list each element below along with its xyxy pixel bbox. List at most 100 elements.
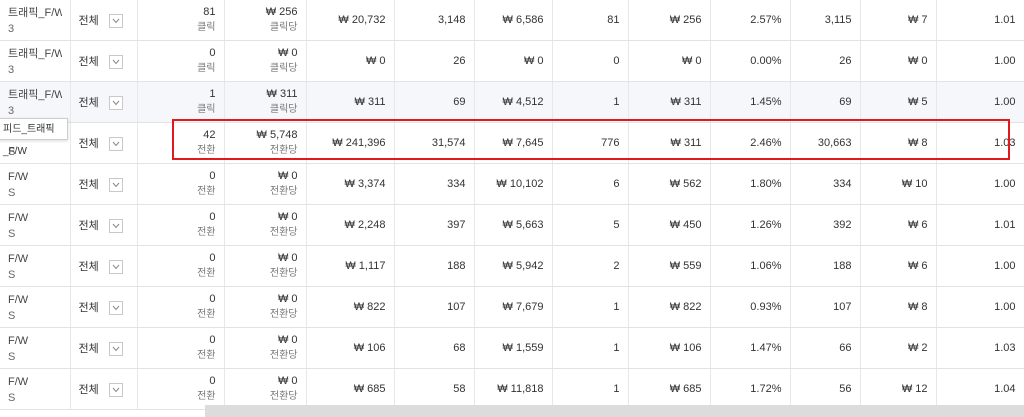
chevron-down-icon (112, 141, 119, 147)
chevron-down-icon (112, 59, 119, 65)
clicks-cell: 776 (552, 122, 629, 164)
table-row[interactable]: F/W S 전체 0 전환 ₩ 0 전환당 ₩ 822 107 ₩ 7,679 1 ₩… (0, 286, 1024, 328)
frequency-cell: 1.00 (936, 40, 1024, 82)
reach-cell: 66 (790, 327, 861, 369)
clicks-cell: 1 (552, 286, 629, 328)
cost-per-result-cell: ₩ 0 전환당 (224, 327, 307, 369)
ctr-cell: 0.00% (710, 40, 791, 82)
cost-per-result-cell: ₩ 0 클릭당 (224, 40, 307, 82)
adset-name-cell[interactable]: F/W S (0, 327, 71, 369)
horizontal-scrollbar[interactable] (205, 405, 1024, 417)
frequency-cell: 1.03 (936, 327, 1024, 369)
impressions-cell: 397 (394, 204, 475, 246)
target-cell: 전체 (70, 163, 138, 205)
table-row[interactable]: S 전체 42전환 ₩ 5,748전환당 ₩ 241,396 31,574 ₩ … (0, 122, 1024, 164)
target-dropdown[interactable] (108, 137, 123, 152)
result-count: 0 (209, 293, 216, 305)
adset-name-cell[interactable]: F/W S (0, 163, 71, 205)
result-count: 0 (209, 47, 216, 59)
reach-cell: 69 (790, 81, 861, 123)
table-row[interactable]: F/W S 전체 0 전환 ₩ 0 전환당 ₩ 3,374 334 ₩ 10,102 … (0, 163, 1024, 205)
impressions-cell: 334 (394, 163, 475, 205)
frequency-cell: 1.00 (936, 163, 1024, 205)
adset-name-suffix: S (8, 392, 16, 404)
chevron-down-icon (112, 100, 119, 106)
adset-name-cell[interactable]: 트래픽_F/W 3 (0, 0, 71, 41)
reach-cell: 334 (790, 163, 861, 205)
cpm-cell: ₩ 5,942 (474, 245, 553, 287)
cost-per-result-unit: 클릭당 (269, 63, 298, 74)
target-label: 전체 (78, 342, 99, 355)
adset-name-cell[interactable]: F/W S (0, 245, 71, 287)
adset-name-cell[interactable]: F/W S (0, 368, 71, 410)
target-label: 전체 (78, 96, 99, 109)
chevron-down-icon (112, 18, 119, 24)
cost-per-result-unit: 전환당 (269, 268, 298, 279)
target-dropdown[interactable] (108, 55, 123, 70)
target-dropdown[interactable] (108, 342, 123, 357)
target-cell: 전체 (70, 0, 138, 41)
target-label: 전체 (78, 260, 99, 273)
target-label: 전체 (78, 14, 99, 27)
cost-per-reach-cell: ₩ 10 (860, 163, 937, 205)
table-row[interactable]: F/W S 전체 0 전환 ₩ 0 전환당 ₩ 685 58 ₩ 11,818 1 ₩… (0, 368, 1024, 410)
adset-name: F/W (8, 376, 29, 388)
adset-name-cell[interactable]: 트래픽_F/W 3 (0, 40, 71, 82)
table-row[interactable]: 트래픽_F/W 3 전체 81 클릭 ₩ 256 클릭당 ₩ 20,732 3,148… (0, 0, 1024, 41)
spend-cell: ₩ 106 (306, 327, 395, 369)
adset-name: F/W (8, 335, 29, 347)
spend-cell: ₩ 241,396 (306, 122, 395, 164)
spend-cell: ₩ 1,117 (306, 245, 395, 287)
spend-cell: ₩ 20,732 (306, 0, 395, 41)
target-dropdown[interactable] (108, 14, 123, 29)
reach-cell: 392 (790, 204, 861, 246)
result-count: 0 (209, 252, 216, 264)
result-type: 전환 (197, 309, 216, 320)
result-type: 클릭 (197, 22, 216, 33)
ctr-cell: 1.45% (710, 81, 791, 123)
adset-name-cell[interactable]: 트래픽_F/W 3 (0, 81, 71, 123)
cpc-cell: ₩ 562 (628, 163, 711, 205)
cost-per-result-cell: ₩ 0 전환당 (224, 286, 307, 328)
frequency-cell: 1.00 (936, 245, 1024, 287)
spend-cell: ₩ 0 (306, 40, 395, 82)
target-dropdown[interactable] (108, 383, 123, 398)
chevron-down-icon (112, 387, 119, 393)
table-row[interactable]: F/W S 전체 0 전환 ₩ 0 전환당 ₩ 106 68 ₩ 1,559 1 ₩ … (0, 327, 1024, 369)
target-cell: 전체 (70, 245, 138, 287)
table-row[interactable]: F/W S 전체 0 전환 ₩ 0 전환당 ₩ 2,248 397 ₩ 5,663 5… (0, 204, 1024, 246)
result-count: 0 (209, 170, 216, 182)
cpc-cell: ₩ 256 (628, 0, 711, 41)
clicks-cell: 6 (552, 163, 629, 205)
table-row[interactable]: 트래픽_F/W 3 전체 0 클릭 ₩ 0 클릭당 ₩ 0 26 ₩ 0 0 ₩ 0 … (0, 40, 1024, 82)
impressions-cell: 26 (394, 40, 475, 82)
result-count-cell: 42 전환 (137, 122, 225, 164)
table-row[interactable]: F/W S 전체 0 전환 ₩ 0 전환당 ₩ 1,117 188 ₩ 5,942 2… (0, 245, 1024, 287)
cost-per-reach-cell: ₩ 6 (860, 204, 937, 246)
target-dropdown[interactable] (108, 96, 123, 111)
target-label: 전체 (78, 137, 99, 150)
ctr-cell: 0.93% (710, 286, 791, 328)
adset-name-tooltip: 피드_트래픽_F/W (0, 118, 68, 157)
table-row[interactable]: 트래픽_F/W 3 전체 1 클릭 ₩ 311 클릭당 ₩ 311 69 ₩ 4,51… (0, 81, 1024, 123)
target-dropdown[interactable] (108, 219, 123, 234)
impressions-cell: 107 (394, 286, 475, 328)
cpm-cell: ₩ 7,645 (474, 122, 553, 164)
adset-name-cell[interactable]: F/W S (0, 204, 71, 246)
result-count-cell: 0 전환 (137, 368, 225, 410)
adset-name: F/W (8, 171, 29, 183)
target-dropdown[interactable] (108, 301, 123, 316)
table-body: 트래픽_F/W 3 전체 81 클릭 ₩ 256 클릭당 ₩ 20,732 3,148… (0, 0, 1024, 410)
chevron-down-icon (112, 346, 119, 352)
adset-name: F/W (8, 253, 29, 265)
cost-per-result-cell: ₩ 311 클릭당 (224, 81, 307, 123)
cost-per-result-cell: ₩ 0 전환당 (224, 368, 307, 410)
adset-name: F/W (8, 294, 29, 306)
cost-per-result: ₩ 256 (265, 6, 298, 18)
target-dropdown[interactable] (108, 178, 123, 193)
cost-per-result-unit: 클릭당 (269, 22, 298, 33)
target-dropdown[interactable] (108, 260, 123, 275)
target-cell: 전체 (70, 122, 138, 164)
adset-name-cell[interactable]: F/W S (0, 286, 71, 328)
impressions-cell: 58 (394, 368, 475, 410)
